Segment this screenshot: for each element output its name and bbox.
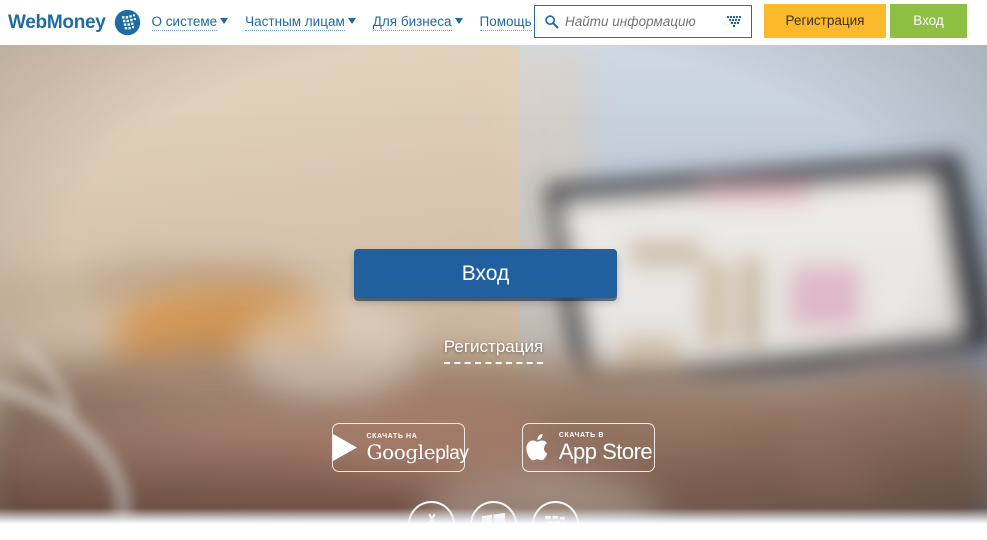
blackberry-icon: [544, 515, 567, 524]
google-play-badge[interactable]: СКАЧАТЬ НА Googleplay: [332, 423, 469, 472]
google-play-top-label: СКАЧАТЬ НА: [366, 432, 418, 440]
platform-icons-row: [0, 501, 987, 524]
windows-store-button[interactable]: [470, 501, 517, 524]
hero-section: Вход Регистрация СКАЧАТЬ НА Googleplay С…: [0, 45, 987, 524]
chevron-down-icon: [347, 18, 356, 24]
blackberry-store-button[interactable]: [532, 501, 579, 524]
hero-register-link-wrap: Регистрация: [0, 337, 987, 364]
app-store-main-label: App Store: [558, 439, 653, 464]
header-login-button[interactable]: Вход: [890, 4, 967, 38]
hero-login-button[interactable]: Вход: [354, 249, 617, 298]
nav-item-label: О системе: [151, 14, 218, 31]
google-play-icon: [332, 434, 357, 461]
nav-item-label: Помощь: [479, 14, 532, 31]
app-store-badge[interactable]: СКАЧАТЬ В App Store: [522, 423, 655, 472]
site-header: WebMoney О системе Частным лицам Для биз…: [0, 0, 987, 45]
google-play-text: СКАЧАТЬ НА Googleplay: [367, 433, 469, 463]
nav-item-business[interactable]: Для бизнеса: [372, 14, 463, 31]
windows-icon: [481, 512, 506, 524]
mac-app-store-button[interactable]: [408, 501, 455, 524]
header-register-button[interactable]: Регистрация: [764, 4, 886, 38]
app-store-text: СКАЧАТЬ В App Store: [558, 432, 653, 464]
search-box[interactable]: [534, 5, 752, 38]
chevron-down-icon: [454, 18, 463, 24]
chevron-down-icon: [220, 18, 229, 24]
brand-logo-link[interactable]: WebMoney: [0, 8, 142, 37]
nav-item-label: Для бизнеса: [372, 14, 452, 31]
google-play-main-label: Googleplay: [367, 442, 469, 463]
main-navigation: О системе Частным лицам Для бизнеса Помо…: [151, 14, 543, 31]
hero-content: Вход Регистрация СКАЧАТЬ НА Googleplay С…: [0, 45, 987, 524]
chevron-down-pixel-icon[interactable]: [727, 15, 743, 28]
nav-item-individuals[interactable]: Частным лицам: [245, 14, 356, 31]
google-play-word-play: play: [435, 442, 469, 464]
hero-register-link[interactable]: Регистрация: [443, 337, 544, 364]
webmoney-logo-icon: [114, 9, 140, 36]
nav-item-label: Частным лицам: [245, 14, 345, 31]
nav-item-about[interactable]: О системе: [151, 14, 229, 31]
search-icon: [545, 15, 559, 29]
brand-name: WebMoney: [8, 11, 106, 33]
search-input[interactable]: [565, 14, 723, 29]
mac-app-store-icon: [427, 513, 436, 524]
google-play-word-google: Google: [366, 439, 436, 464]
app-store-badges: СКАЧАТЬ НА Googleplay СКАЧАТЬ В App Stor…: [0, 423, 987, 472]
app-store-top-label: СКАЧАТЬ В: [558, 432, 605, 439]
page-footer: [0, 524, 987, 540]
apple-icon: [526, 434, 548, 461]
